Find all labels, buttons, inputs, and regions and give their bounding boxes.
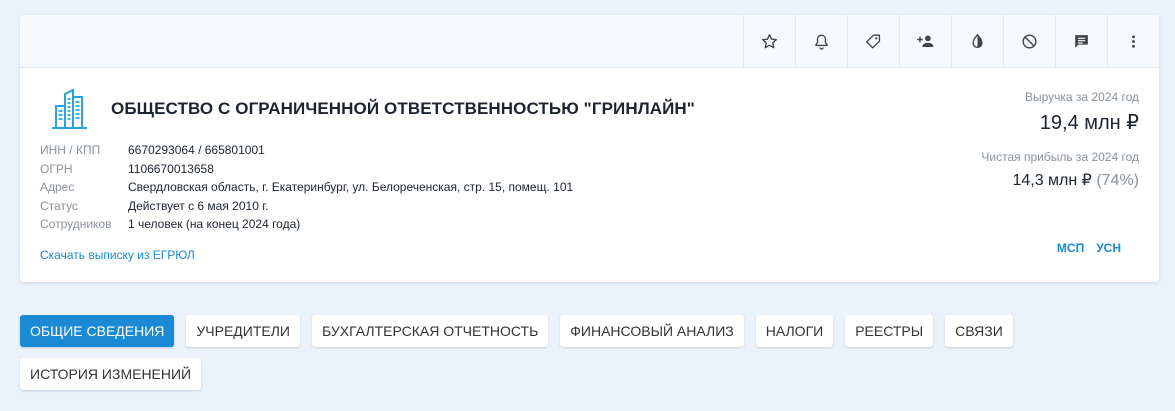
profit-line: 14,3 млн ₽ (74%) — [981, 170, 1139, 190]
profit-percent: (74%) — [1096, 172, 1139, 189]
notify-button[interactable] — [795, 15, 847, 67]
tab-links[interactable]: СВЯЗИ — [945, 315, 1013, 347]
tab-founders[interactable]: УЧРЕДИТЕЛИ — [186, 315, 300, 347]
more-button[interactable] — [1107, 15, 1159, 67]
detail-label: Сотрудников — [40, 217, 112, 232]
contrast-button[interactable] — [951, 15, 1003, 67]
company-details: ИНН / КПП 6670293064 / 665801001 ОГРН 11… — [40, 141, 573, 234]
comment-icon — [1075, 34, 1088, 48]
block-icon — [1022, 33, 1037, 49]
detail-label: ОГРН — [40, 161, 73, 176]
profit-label: Чистая прибыль за 2024 год — [981, 150, 1139, 164]
detail-row-ogrn: ОГРН 1106670013658 — [40, 160, 573, 179]
buildings-icon — [52, 88, 87, 129]
revenue-value: 19,4 млн ₽ — [1039, 112, 1139, 134]
add-person-icon — [917, 34, 934, 47]
tag-icon — [866, 33, 881, 49]
star-icon — [762, 33, 777, 48]
tab-general[interactable]: ОБЩИЕ СВЕДЕНИЯ — [20, 315, 175, 347]
profit-value: 14,3 млн ₽ — [1012, 172, 1092, 189]
company-card: ОБЩЕСТВО С ОГРАНИЧЕННОЙ ОТВЕТСТВЕННОСТЬЮ… — [20, 15, 1159, 282]
detail-value: 1106670013658 — [128, 161, 214, 176]
detail-row-address: Адрес Свердловская область, г. Екатеринб… — [40, 178, 573, 197]
revenue-label: Выручка за 2024 год — [1024, 90, 1139, 104]
contrast-icon — [972, 33, 983, 48]
tab-accounting[interactable]: БУХГАЛТЕРСКАЯ ОТЧЕТНОСТЬ — [311, 315, 549, 347]
badge-msp[interactable]: МСП — [1057, 241, 1084, 255]
card-body: ОБЩЕСТВО С ОГРАНИЧЕННОЙ ОТВЕТСТВЕННОСТЬЮ… — [20, 68, 1159, 282]
badges: МСП УСН — [1057, 241, 1121, 255]
bell-icon — [815, 33, 828, 50]
block-button[interactable] — [1003, 15, 1055, 67]
company-name: ОБЩЕСТВО С ОГРАНИЧЕННОЙ ОТВЕТСТВЕННОСТЬЮ… — [111, 99, 695, 118]
more-vert-icon — [1132, 34, 1135, 48]
detail-value: Действует с 6 мая 2010 г. — [128, 198, 269, 213]
detail-value: 1 человек (на конец 2024 года) — [128, 217, 301, 232]
detail-label: Статус — [40, 198, 78, 213]
tag-button[interactable] — [847, 15, 899, 67]
detail-value: Свердловская область, г. Екатеринбург, у… — [128, 180, 574, 195]
add-person-button[interactable] — [899, 15, 951, 67]
tab-change-history[interactable]: ИСТОРИЯ ИЗМЕНЕНИЙ — [20, 358, 202, 390]
finance-summary: Выручка за 2024 год 19,4 млн ₽ Чистая пр… — [981, 90, 1139, 190]
detail-row-inn-kpp: ИНН / КПП 6670293064 / 665801001 — [40, 141, 573, 160]
comment-button[interactable] — [1055, 15, 1107, 67]
detail-row-status: Статус Действует с 6 мая 2010 г. — [40, 197, 573, 216]
tab-registries[interactable]: РЕЕСТРЫ — [845, 315, 934, 347]
section-tabs: ОБЩИЕ СВЕДЕНИЯ УЧРЕДИТЕЛИ БУХГАЛТЕРСКАЯ … — [20, 315, 1020, 390]
card-toolbar — [20, 15, 1159, 68]
tab-taxes[interactable]: НАЛОГИ — [755, 315, 834, 347]
download-egrul-link[interactable]: Скачать выписку из ЕГРЮЛ — [40, 248, 195, 262]
badge-usn[interactable]: УСН — [1096, 241, 1121, 255]
detail-row-employees: Сотрудников 1 человек (на конец 2024 год… — [40, 215, 573, 234]
detail-label: Адрес — [40, 180, 75, 195]
detail-value: 6670293064 / 665801001 — [128, 143, 265, 158]
tab-financial-analysis[interactable]: ФИНАНСОВЫЙ АНАЛИЗ — [560, 315, 744, 347]
detail-label: ИНН / КПП — [40, 143, 101, 158]
favorite-button[interactable] — [743, 15, 795, 67]
